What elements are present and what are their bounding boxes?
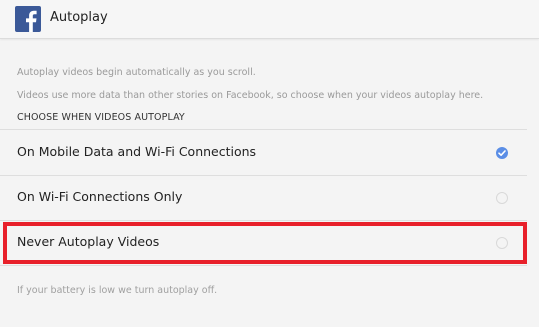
divider [0, 129, 527, 130]
header-bar: Autoplay [0, 0, 539, 39]
option-mobile-data-and-wifi[interactable]: On Mobile Data and Wi-Fi Connections [0, 131, 527, 175]
radio-unchecked-icon[interactable] [496, 237, 508, 249]
option-wifi-only[interactable]: On Wi-Fi Connections Only [0, 176, 527, 220]
section-header: CHOOSE WHEN VIDEOS AUTOPLAY [17, 112, 185, 123]
option-label: On Mobile Data and Wi-Fi Connections [17, 144, 257, 159]
radio-unchecked-icon[interactable] [496, 192, 508, 204]
option-label: On Wi-Fi Connections Only [17, 189, 183, 204]
radio-checked-icon[interactable] [496, 147, 508, 159]
description-line-1: Autoplay videos begin automatically as y… [17, 67, 256, 78]
option-label: Never Autoplay Videos [17, 234, 160, 249]
footer-note: If your battery is low we turn autoplay … [17, 285, 218, 296]
facebook-logo-icon [15, 6, 41, 32]
option-never-autoplay[interactable]: Never Autoplay Videos [0, 221, 527, 265]
description-line-2: Videos use more data than other stories … [17, 90, 484, 101]
divider [0, 265, 527, 266]
page-title: Autoplay [50, 10, 108, 25]
